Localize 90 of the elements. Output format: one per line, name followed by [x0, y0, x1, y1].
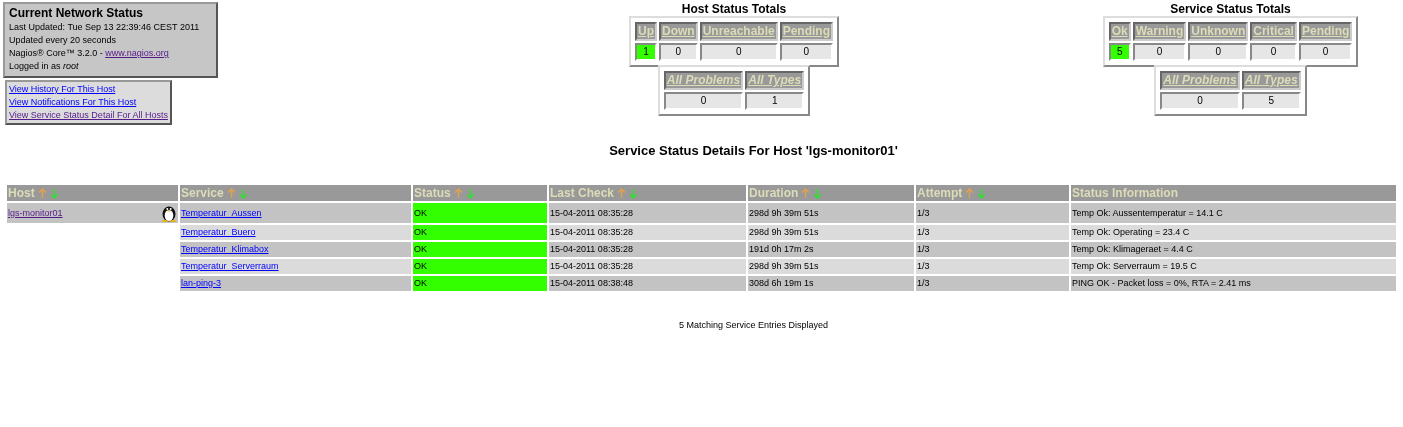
service-link[interactable]: lan-ping-3: [181, 278, 222, 288]
table-cell: Temp Ok: Aussentemperatur = 14.1 C: [1071, 203, 1396, 223]
table-cell: 1/3: [916, 276, 1069, 291]
table-cell: Temp Ok: Serverraum = 19.5 C: [1071, 259, 1396, 274]
status-header[interactable]: Warning: [1132, 22, 1187, 41]
status-cell: OK: [413, 259, 547, 274]
service-link[interactable]: Temperatur_Buero: [181, 227, 256, 237]
sort-down-icon[interactable]: [238, 187, 248, 199]
sort-up-icon[interactable]: [37, 187, 47, 199]
service-link[interactable]: Temperatur_Klimabox: [181, 244, 269, 254]
count-cell: 0: [1250, 43, 1297, 61]
summary-header[interactable]: All Problems: [663, 71, 744, 90]
service-link[interactable]: Temperatur_Serverraum: [181, 261, 279, 271]
column-header: Host: [8, 185, 35, 201]
host-link[interactable]: lgs-monitor01: [8, 203, 63, 223]
table-cell: 15-04-2011 08:35:28: [549, 203, 746, 223]
status-header[interactable]: Down: [658, 22, 698, 41]
page-heading: Service Status Details For Host 'lgs-monitor01': [608, 143, 899, 158]
version-text: Nagios® Core™ 3.2.0 -: [9, 48, 104, 58]
nav-link[interactable]: View Service Status Detail For All Hosts: [9, 109, 168, 122]
status-cell: OK: [413, 276, 547, 291]
count-cell: 5: [1108, 43, 1131, 61]
website-link[interactable]: www.nagios.org: [105, 48, 169, 58]
totals-title: Service Status Totals: [1170, 2, 1291, 16]
info-text: Last Updated: Tue Sep 13 22:39:46 CEST 2011: [9, 21, 201, 34]
table-cell: PING OK - Packet loss = 0%, RTA = 2.41 ms: [1071, 276, 1396, 291]
table-cell: 298d 9h 39m 51s: [748, 225, 914, 240]
count-cell: 0: [699, 43, 778, 61]
status-cell: OK: [413, 203, 547, 223]
panel-title: Current Network Status: [9, 6, 145, 21]
count-cell: 0: [1188, 43, 1249, 61]
status-header[interactable]: Up: [634, 22, 657, 41]
nav-link[interactable]: View History For This Host: [9, 83, 168, 96]
count-cell: 1: [634, 43, 657, 61]
info-text: Updated every 20 seconds: [9, 34, 118, 47]
table-cell: 1/3: [916, 225, 1069, 240]
status-header[interactable]: Unknown: [1188, 22, 1249, 41]
summary-header[interactable]: All Types: [1241, 71, 1301, 90]
status-header[interactable]: Pending: [779, 22, 833, 41]
status-header[interactable]: Pending: [1298, 22, 1353, 41]
table-cell: 1/3: [916, 203, 1069, 223]
sort-down-icon[interactable]: [465, 187, 475, 199]
count-cell: 0: [663, 92, 744, 110]
table-cell: 1/3: [916, 242, 1069, 257]
count-cell: 0: [1298, 43, 1353, 61]
table-cell: 15-04-2011 08:38:48: [549, 276, 746, 291]
count-cell: 0: [1132, 43, 1187, 61]
sort-down-icon[interactable]: [629, 187, 639, 199]
column-header: Last Check: [550, 185, 615, 201]
table-cell: 15-04-2011 08:35:28: [549, 225, 746, 240]
count-cell: 5: [1241, 92, 1301, 110]
penguin-icon: [161, 204, 177, 222]
column-header: Status Information: [1072, 185, 1178, 201]
sort-down-icon[interactable]: [49, 187, 59, 199]
column-header: Status: [414, 185, 451, 201]
table-cell: 308d 6h 19m 1s: [748, 276, 914, 291]
table-cell: 298d 9h 39m 51s: [748, 203, 914, 223]
service-link[interactable]: Temperatur_Aussen: [181, 208, 262, 218]
column-header: Duration: [749, 185, 799, 201]
status-cell: OK: [413, 225, 547, 240]
sort-up-icon[interactable]: [965, 187, 975, 199]
entries-count: 5 Matching Service Entries Displayed: [677, 320, 830, 330]
count-cell: 0: [1160, 92, 1240, 110]
table-cell: 298d 9h 39m 51s: [748, 259, 914, 274]
status-header[interactable]: Ok: [1108, 22, 1131, 41]
table-cell: 1/3: [916, 259, 1069, 274]
column-header: Attempt: [917, 185, 963, 201]
table-cell: 15-04-2011 08:35:28: [549, 259, 746, 274]
sort-down-icon[interactable]: [813, 187, 823, 199]
info-text: Logged in as root: [9, 60, 80, 73]
summary-header[interactable]: All Problems: [1160, 71, 1240, 90]
sort-up-icon[interactable]: [801, 187, 811, 199]
table-cell: Temp Ok: Klimageraet = 4.4 C: [1071, 242, 1396, 257]
totals-title: Host Status Totals: [681, 2, 787, 16]
status-cell: OK: [413, 242, 547, 257]
sort-up-icon[interactable]: [617, 187, 627, 199]
table-cell: 15-04-2011 08:35:28: [549, 242, 746, 257]
table-cell: 191d 0h 17m 2s: [748, 242, 914, 257]
table-cell: Temp Ok: Operating = 23.4 C: [1071, 225, 1396, 240]
sort-up-icon[interactable]: [226, 187, 236, 199]
column-header: Service: [181, 185, 224, 201]
count-cell: 0: [779, 43, 833, 61]
count-cell: 0: [658, 43, 698, 61]
nav-link[interactable]: View Notifications For This Host: [9, 96, 168, 109]
sort-up-icon[interactable]: [453, 187, 463, 199]
sort-down-icon[interactable]: [977, 187, 987, 199]
count-cell: 1: [745, 92, 805, 110]
status-header[interactable]: Critical: [1250, 22, 1297, 41]
summary-header[interactable]: All Types: [745, 71, 805, 90]
status-header[interactable]: Unreachable: [699, 22, 778, 41]
